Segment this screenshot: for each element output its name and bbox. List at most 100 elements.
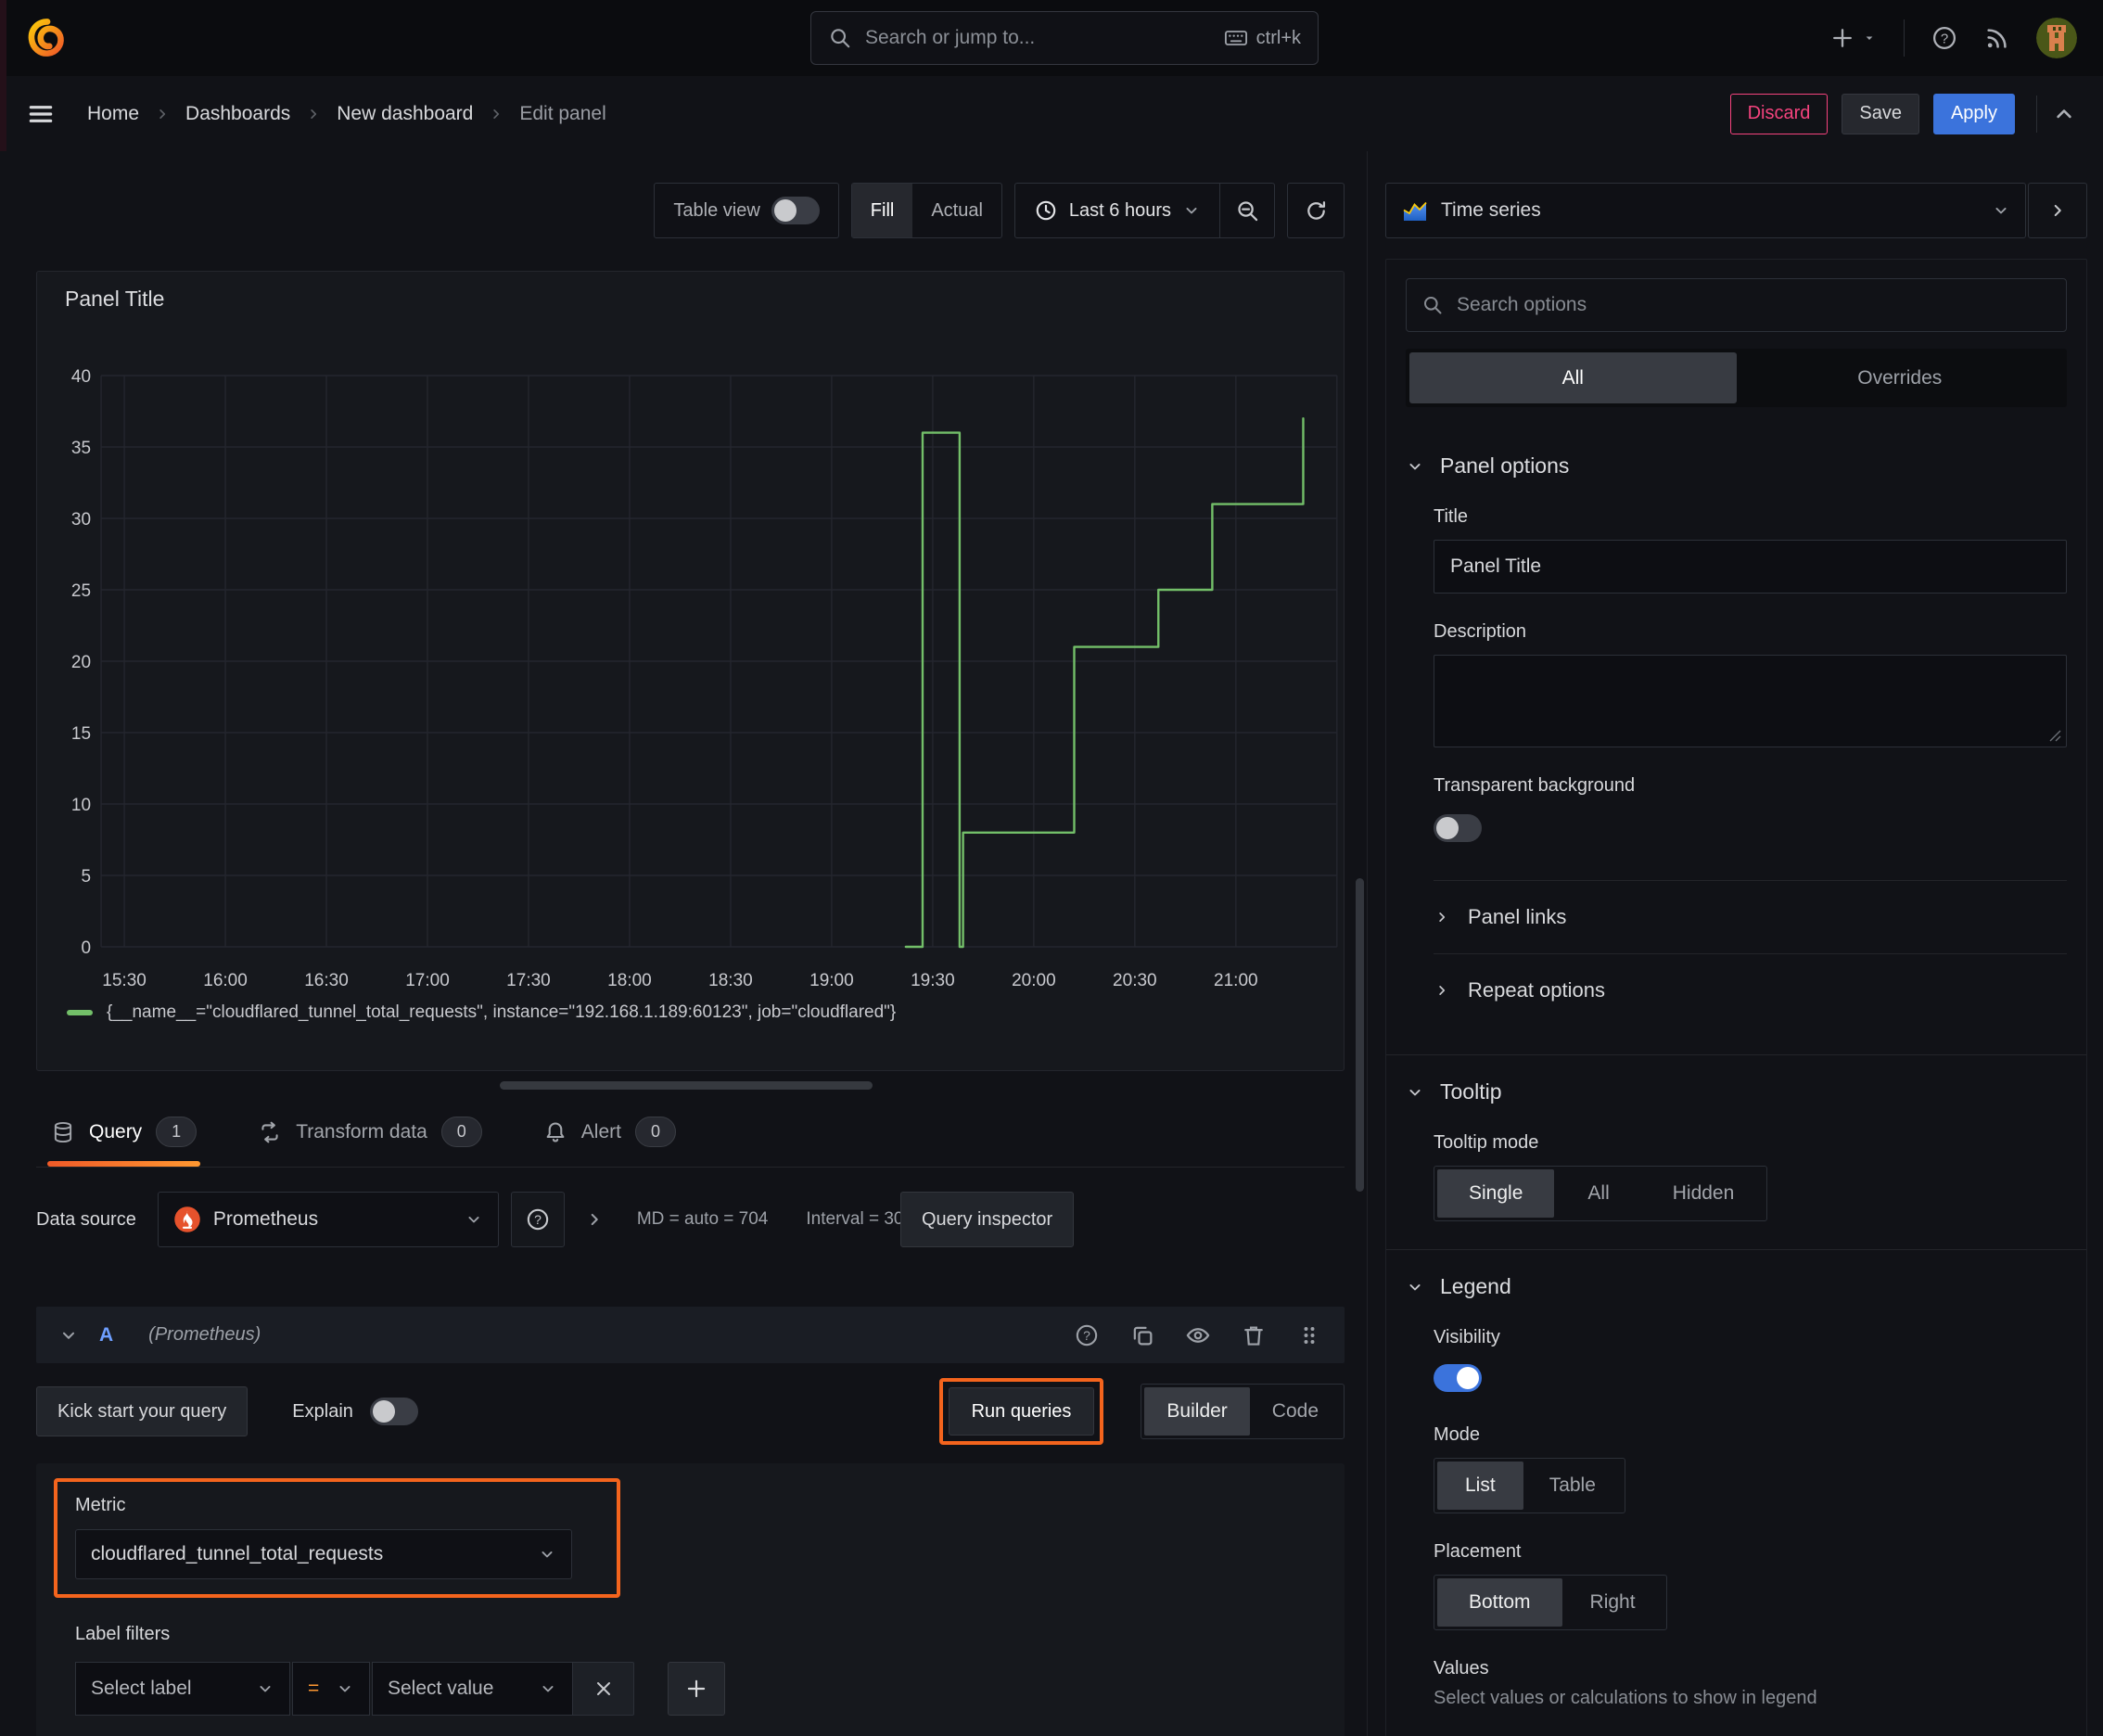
options-search-input[interactable] xyxy=(1457,294,2051,316)
options-search[interactable] xyxy=(1406,278,2067,332)
legend-placement-field: Placement Bottom Right xyxy=(1434,1541,2067,1630)
mode-table-option[interactable]: Table xyxy=(1523,1462,1622,1510)
placement-bottom-option[interactable]: Bottom xyxy=(1437,1578,1562,1627)
search-icon xyxy=(1421,294,1444,316)
breadcrumb-home[interactable]: Home xyxy=(87,103,139,125)
breadcrumb-bar: Home Dashboards New dashboard Edit panel… xyxy=(0,76,2103,151)
panel-options-header[interactable]: Panel options xyxy=(1406,453,2067,479)
transparent-background-label: Transparent background xyxy=(1434,775,1636,796)
tab-overrides[interactable]: Overrides xyxy=(1737,352,2064,403)
select-label-dropdown[interactable]: Select label xyxy=(75,1662,290,1716)
repeat-options-row[interactable]: Repeat options xyxy=(1434,953,2067,1027)
breadcrumb-edit-panel: Edit panel xyxy=(519,102,606,124)
datasource-label: Data source xyxy=(36,1208,136,1230)
help-icon[interactable] xyxy=(1931,24,1958,52)
edit-actions: Discard Save Apply xyxy=(1729,93,2077,134)
datasource-select[interactable]: Prometheus xyxy=(157,1192,499,1247)
scrollbar-thumb[interactable] xyxy=(1356,878,1364,1192)
mode-list-option[interactable]: List xyxy=(1437,1462,1523,1510)
options-expand-chevron-icon[interactable] xyxy=(584,1209,605,1230)
select-value-dropdown[interactable]: Select value xyxy=(372,1662,573,1716)
database-icon xyxy=(51,1120,75,1144)
collapse-query-chevron-icon[interactable] xyxy=(58,1325,79,1346)
discard-button[interactable]: Discard xyxy=(1729,93,1829,134)
breadcrumb-dashboards[interactable]: Dashboards xyxy=(185,103,290,125)
duplicate-query-icon[interactable] xyxy=(1129,1322,1155,1348)
bottom-tabs: Query 1 Transform data 0 Alert 0 xyxy=(36,1097,1345,1168)
visualization-select[interactable]: Time series xyxy=(1385,183,2026,238)
query-row-actions xyxy=(1074,1322,1322,1348)
y-tick-label: 25 xyxy=(71,581,91,601)
hamburger-menu-icon[interactable] xyxy=(26,99,56,129)
plus-icon xyxy=(1829,25,1855,51)
x-tick-label: 18:30 xyxy=(708,971,753,990)
grafana-logo-icon[interactable] xyxy=(26,18,67,58)
visibility-toggle[interactable] xyxy=(1434,1364,1482,1392)
tooltip-hidden-option[interactable]: Hidden xyxy=(1643,1169,1765,1218)
placement-right-option[interactable]: Right xyxy=(1562,1578,1663,1627)
chevron-down-icon xyxy=(336,1679,354,1698)
table-view-toggle[interactable] xyxy=(771,197,820,224)
panel-resize-handle[interactable] xyxy=(500,1081,873,1090)
run-queries-highlight: Run queries xyxy=(938,1378,1104,1445)
tooltip-header[interactable]: Tooltip xyxy=(1406,1079,2067,1104)
new-menu-button[interactable] xyxy=(1829,25,1878,51)
delete-query-trash-icon[interactable] xyxy=(1241,1322,1267,1348)
metric-select[interactable]: cloudflared_tunnel_total_requests xyxy=(75,1529,572,1579)
description-textarea[interactable] xyxy=(1434,655,2067,747)
chart-panel[interactable]: Panel Title 0 5 10 15 20 25 30 35 40 15:30 16:00 16… xyxy=(36,271,1345,1071)
refresh-button[interactable] xyxy=(1288,184,1344,237)
metric-highlight: Metric cloudflared_tunnel_total_requests xyxy=(54,1478,620,1598)
options-pane-header: All Overrides xyxy=(1386,260,2086,407)
fill-option[interactable]: Fill xyxy=(851,184,913,237)
panel-links-row[interactable]: Panel links xyxy=(1434,880,2067,953)
legend-placement-switch: Bottom Right xyxy=(1434,1575,1667,1630)
collapse-options-pane-button[interactable] xyxy=(2028,183,2087,238)
save-button[interactable]: Save xyxy=(1842,93,1919,134)
time-range-picker[interactable]: Last 6 hours xyxy=(1015,184,1219,237)
tab-query[interactable]: Query 1 xyxy=(47,1097,201,1167)
search-input[interactable] xyxy=(865,27,1210,49)
news-rss-icon[interactable] xyxy=(1984,25,2010,51)
query-row-header[interactable]: A (Prometheus) xyxy=(36,1307,1345,1363)
zoom-out-icon xyxy=(1235,198,1260,223)
drag-grip-icon[interactable] xyxy=(1296,1322,1322,1348)
collapse-chevron-up-icon[interactable] xyxy=(2051,101,2077,127)
tooltip-single-option[interactable]: Single xyxy=(1437,1169,1555,1218)
toggle-visibility-eye-icon[interactable] xyxy=(1185,1322,1211,1348)
tab-alert[interactable]: Alert 0 xyxy=(540,1097,680,1167)
explain-toggle[interactable] xyxy=(369,1398,418,1425)
y-tick-label: 30 xyxy=(71,510,91,530)
tooltip-all-option[interactable]: All xyxy=(1554,1169,1642,1218)
zoom-out-button[interactable] xyxy=(1220,184,1274,237)
operator-value: = xyxy=(308,1678,320,1699)
chart-legend[interactable]: {__name__="cloudflared_tunnel_total_requ… xyxy=(67,1002,896,1023)
breadcrumb-new-dashboard[interactable]: New dashboard xyxy=(337,103,473,125)
tab-transform-data[interactable]: Transform data 0 xyxy=(254,1097,486,1167)
query-actions-row: Kick start your query Explain Run querie… xyxy=(36,1378,1345,1445)
global-search[interactable]: ctrl+k xyxy=(810,11,1319,65)
builder-option[interactable]: Builder xyxy=(1144,1387,1250,1436)
tab-all[interactable]: All xyxy=(1409,352,1737,403)
panel-title-input[interactable] xyxy=(1434,540,2067,594)
options-sidebar: Time series All Overrides xyxy=(1367,151,2103,1736)
transparent-background-toggle[interactable] xyxy=(1434,814,1482,842)
code-option[interactable]: Code xyxy=(1250,1387,1341,1436)
operator-dropdown[interactable]: = xyxy=(292,1662,370,1716)
chevron-down-icon xyxy=(465,1210,483,1229)
add-filter-button[interactable] xyxy=(668,1662,725,1716)
remove-filter-button[interactable] xyxy=(573,1662,634,1716)
datasource-help-button[interactable] xyxy=(510,1192,565,1247)
apply-button[interactable]: Apply xyxy=(1932,93,2015,134)
x-tick-label: 20:30 xyxy=(1113,971,1157,990)
resize-zone xyxy=(36,1071,1345,1097)
kick-start-query-button[interactable]: Kick start your query xyxy=(36,1386,249,1436)
query-inspector-button[interactable]: Query inspector xyxy=(899,1192,1075,1247)
query-help-icon[interactable] xyxy=(1074,1322,1100,1348)
legend-header[interactable]: Legend xyxy=(1406,1274,2067,1299)
datasource-name: Prometheus xyxy=(212,1208,319,1230)
resize-grip-icon[interactable] xyxy=(2047,728,2062,743)
actual-option[interactable]: Actual xyxy=(912,184,1001,237)
avatar[interactable] xyxy=(2036,18,2077,58)
run-queries-button[interactable]: Run queries xyxy=(948,1387,1095,1436)
